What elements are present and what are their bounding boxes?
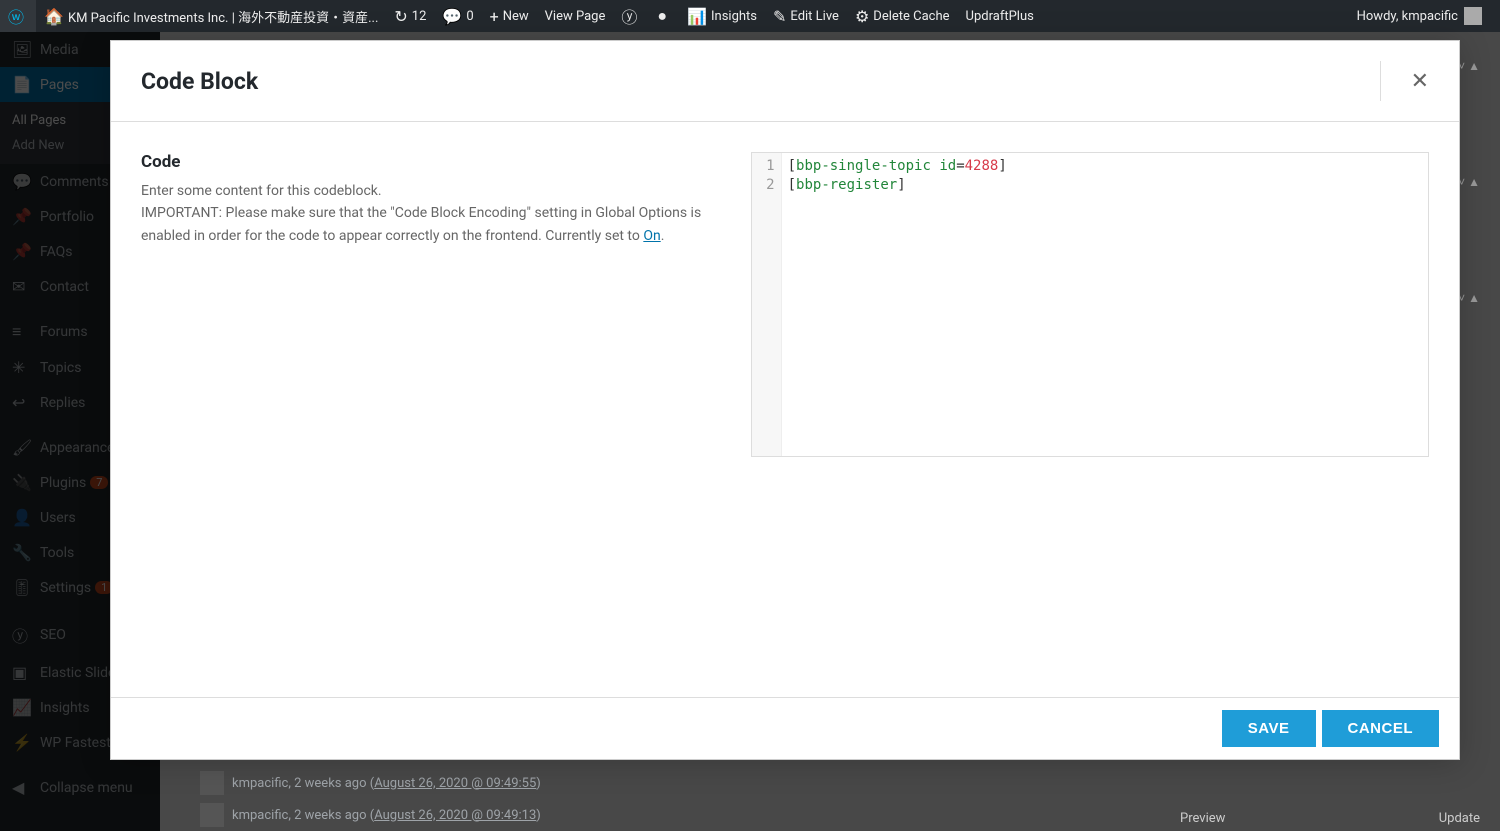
updraft-label: UpdraftPlus: [966, 9, 1034, 24]
view-page-label: View Page: [545, 9, 606, 24]
bg-revision-row-2: kmpacific, 2 weeks ago ( August 26, 2020…: [200, 799, 541, 831]
modal-left-panel: Code Enter some content for this codeblo…: [141, 152, 721, 667]
chart-icon: 📊: [687, 7, 707, 26]
bg-avatar-2: [200, 803, 224, 827]
modal-close-button[interactable]: ✕: [1380, 61, 1429, 101]
admin-toolbar-right: Howdy, kmpacific: [1349, 0, 1500, 32]
bg-bottom-actions: Preview Update: [1180, 811, 1480, 826]
code-gutter: 1 2: [752, 153, 782, 456]
save-button[interactable]: SAVE: [1222, 710, 1316, 747]
code-line-1: [bbp-single-topic id=4288]: [788, 157, 1422, 176]
bg-date-2: August 26, 2020 @ 09:49:13: [374, 808, 536, 823]
yoast-icon: ⓨ: [621, 4, 637, 28]
cancel-button[interactable]: CANCEL: [1322, 710, 1440, 747]
revisions-count: 12: [412, 9, 427, 24]
comment-icon: 💬: [442, 7, 462, 26]
refresh-icon: ↻: [394, 7, 407, 26]
view-page[interactable]: View Page: [537, 0, 614, 32]
admin-toolbar-left: ⓦ 🏠KM Pacific Investments Inc. | 海外不動産投資…: [0, 0, 1349, 32]
code-content[interactable]: [bbp-single-topic id=4288][bbp-register]: [782, 153, 1428, 456]
modal-right-panel: 1 2 [bbp-single-topic id=4288][bbp-regis…: [751, 152, 1429, 667]
delete-cache[interactable]: ⚙ Delete Cache: [847, 0, 958, 32]
new-content[interactable]: + New: [482, 0, 537, 32]
code-desc-2b: .: [661, 228, 665, 244]
bg-author-1: kmpacific, 2 weeks ago (: [232, 776, 374, 791]
code-l1-attr: id: [939, 158, 956, 174]
pencil-icon: ✎: [773, 7, 786, 26]
insights-label: Insights: [711, 9, 757, 24]
gutter-line-1: 1: [758, 157, 775, 176]
bg-close-1: ): [536, 776, 541, 791]
code-editor[interactable]: 1 2 [bbp-single-topic id=4288][bbp-regis…: [751, 152, 1429, 457]
modal-title: Code Block: [141, 68, 258, 95]
comments-count: 0: [466, 9, 473, 24]
wp-logo[interactable]: ⓦ: [0, 0, 36, 32]
updraftplus[interactable]: UpdraftPlus: [958, 0, 1042, 32]
new-label: New: [503, 9, 529, 24]
global-options-on-link[interactable]: On: [643, 228, 660, 244]
code-desc-2: IMPORTANT: Please make sure that the "Co…: [141, 202, 721, 247]
comments-toolbar[interactable]: 💬0: [434, 0, 481, 32]
code-l2-tag: bbp-register: [796, 177, 897, 193]
code-l1-tag: bbp-single-topic: [796, 158, 931, 174]
code-l1-num: 4288: [965, 158, 999, 174]
code-heading: Code: [141, 152, 721, 172]
code-desc-2a: IMPORTANT: Please make sure that the "Co…: [141, 205, 701, 243]
gear-icon: ⚙: [855, 7, 869, 26]
bg-close-2: ): [536, 808, 541, 823]
dot-status[interactable]: ●: [649, 0, 679, 32]
wordpress-icon: ⓦ: [8, 4, 24, 28]
modal-body: Code Enter some content for this codeblo…: [111, 122, 1459, 697]
code-block-modal: Code Block ✕ Code Enter some content for…: [110, 40, 1460, 760]
dot-icon: ●: [657, 6, 667, 26]
code-l2-close: ]: [897, 177, 905, 193]
bg-author-2: kmpacific, 2 weeks ago (: [232, 808, 374, 823]
site-title-label: KM Pacific Investments Inc. | 海外不動産投資・資産…: [68, 7, 378, 26]
insights-toolbar[interactable]: 📊 Insights: [679, 0, 765, 32]
site-name[interactable]: 🏠KM Pacific Investments Inc. | 海外不動産投資・資…: [36, 0, 386, 32]
avatar: [1464, 7, 1482, 25]
bg-avatar-1: [200, 771, 224, 795]
bg-revisions-list: kmpacific, 2 weeks ago ( August 26, 2020…: [200, 767, 541, 831]
code-l2-open: [: [788, 177, 796, 193]
bg-date-1: August 26, 2020 @ 09:49:55: [374, 776, 536, 791]
revisions[interactable]: ↻ 12: [386, 0, 434, 32]
modal-footer: SAVE CANCEL: [111, 697, 1459, 759]
delete-cache-label: Delete Cache: [873, 9, 949, 24]
close-icon: ✕: [1411, 69, 1429, 94]
edit-live-label: Edit Live: [790, 9, 839, 24]
admin-toolbar: ⓦ 🏠KM Pacific Investments Inc. | 海外不動産投資…: [0, 0, 1500, 32]
modal-header: Code Block ✕: [111, 41, 1459, 122]
bg-update: Update: [1439, 811, 1480, 826]
code-l1-eq: =: [956, 158, 964, 174]
plus-icon: +: [490, 7, 499, 26]
code-l1-close: ]: [998, 158, 1006, 174]
code-desc-1: Enter some content for this codeblock.: [141, 180, 721, 202]
gutter-line-2: 2: [758, 176, 775, 195]
edit-live[interactable]: ✎ Edit Live: [765, 0, 847, 32]
user-greeting[interactable]: Howdy, kmpacific: [1349, 0, 1490, 32]
code-line-2: [bbp-register]: [788, 176, 1422, 195]
howdy-text: Howdy, kmpacific: [1357, 9, 1458, 24]
home-icon: 🏠: [44, 7, 64, 26]
code-l1-open: [: [788, 158, 796, 174]
bg-revision-row-1: kmpacific, 2 weeks ago ( August 26, 2020…: [200, 767, 541, 799]
yoast-icon-item[interactable]: ⓨ: [613, 0, 649, 32]
bg-preview: Preview: [1180, 811, 1225, 826]
